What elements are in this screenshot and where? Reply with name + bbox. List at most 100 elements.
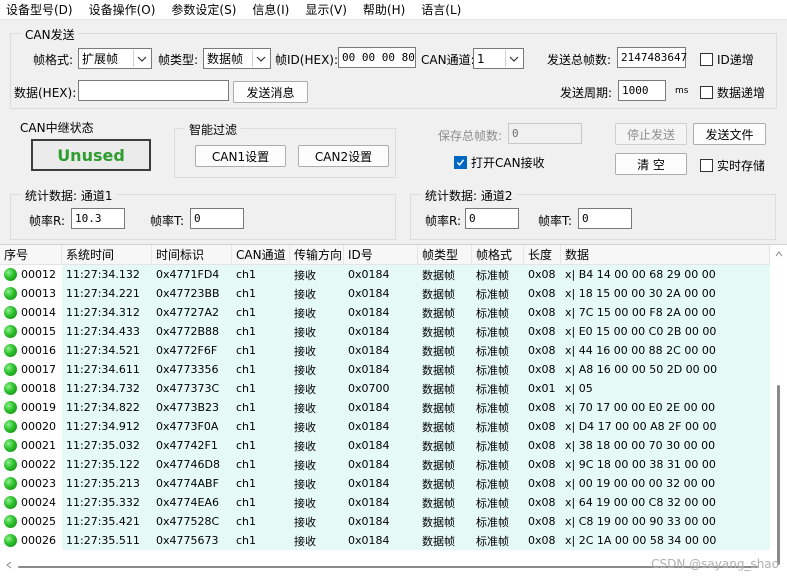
horizontal-scroll-thumb[interactable] xyxy=(18,566,758,568)
col-data-cell: x| B4 14 00 00 68 29 00 00 xyxy=(561,265,770,284)
can2-settings-button[interactable]: CAN2设置 xyxy=(298,145,389,167)
col-id-cell: 0x0184 xyxy=(344,322,418,341)
col-frame-type-cell: 数据帧 xyxy=(418,512,472,531)
table-row[interactable]: 00025 11:27:35.421 0x477528C ch1 接收 0x0184 数据帧… xyxy=(0,512,770,531)
cell-text: 0x0184 xyxy=(348,344,390,357)
col-frame-format-header[interactable]: 帧格式 xyxy=(472,245,524,265)
cell-text: 标准帧 xyxy=(476,268,509,282)
table-row[interactable]: 00016 11:27:34.521 0x4772F6F ch1 接收 0x0184 数据帧… xyxy=(0,341,770,360)
chevron-down-icon[interactable] xyxy=(133,50,150,67)
col-data-header[interactable]: 数据 xyxy=(561,245,770,265)
table-row[interactable]: 00024 11:27:35.332 0x4774EA6 ch1 接收 0x0184 数据帧… xyxy=(0,493,770,512)
col-can-channel-cell: ch1 xyxy=(232,360,290,379)
frame-type-value: 数据帧 xyxy=(207,52,244,66)
vertical-scrollbar[interactable] xyxy=(770,245,787,577)
cell-text: 00012 xyxy=(21,268,56,281)
green-led-icon xyxy=(4,534,17,547)
table-row[interactable]: 00017 11:27:34.611 0x4773356 ch1 接收 0x0184 数据帧… xyxy=(0,360,770,379)
cell-text: 11:27:34.822 xyxy=(66,401,140,414)
cell-text: 0x4774ABF xyxy=(156,477,219,490)
col-id-cell: 0x0184 xyxy=(344,436,418,455)
col-timestamp-cell: 0x47723BB xyxy=(152,284,232,303)
table-row[interactable]: 00014 11:27:34.312 0x47727A2 ch1 接收 0x0184 数据帧… xyxy=(0,303,770,322)
table-row[interactable]: 00013 11:27:34.221 0x47723BB ch1 接收 0x0184 数据帧… xyxy=(0,284,770,303)
open-can-receive-checkbox[interactable]: 打开CAN接收 xyxy=(454,154,545,171)
clear-button[interactable]: 清 空 xyxy=(615,153,687,175)
col-length-cell: 0x08 xyxy=(524,322,561,341)
data-hex-input[interactable] xyxy=(78,80,229,101)
frame-format-select[interactable]: 扩展帧 xyxy=(78,48,152,69)
can-channel-select[interactable]: 1 xyxy=(473,48,524,69)
col-frame-format-cell: 标准帧 xyxy=(472,417,524,436)
menu-item[interactable]: 设备操作(O) xyxy=(89,1,156,18)
cell-text: 数据帧 xyxy=(422,344,455,358)
col-direction-header[interactable]: 传输方向 xyxy=(290,245,344,265)
table-row[interactable]: 00026 11:27:35.511 0x4775673 ch1 接收 0x0184 数据帧… xyxy=(0,531,770,550)
cell-text: ch1 xyxy=(236,458,257,471)
cell-text: 0x4774EA6 xyxy=(156,496,219,509)
col-length-cell: 0x08 xyxy=(524,531,561,550)
send-message-button[interactable]: 发送消息 xyxy=(233,81,308,103)
vertical-scroll-thumb[interactable] xyxy=(777,385,780,565)
cell-text: x| 18 15 00 00 30 2A 00 00 xyxy=(565,287,716,300)
data-increment-checkbox[interactable]: 数据递增 xyxy=(700,84,765,101)
cell-text: 11:27:34.912 xyxy=(66,420,140,433)
frame-id-input[interactable]: 00 00 00 80 xyxy=(338,47,416,68)
table-row[interactable]: 00019 11:27:34.822 0x4773B23 ch1 接收 0x0184 数据帧… xyxy=(0,398,770,417)
frame-type-select[interactable]: 数据帧 xyxy=(203,48,271,69)
col-direction-cell: 接收 xyxy=(290,284,344,303)
col-timestamp-header[interactable]: 时间标识 xyxy=(152,245,232,265)
col-frame-type-header[interactable]: 帧类型 xyxy=(418,245,472,265)
chevron-down-icon[interactable] xyxy=(252,50,269,67)
table-row[interactable]: 00021 11:27:35.032 0x47742F1 ch1 接收 0x0184 数据帧… xyxy=(0,436,770,455)
table-row[interactable]: 00022 11:27:35.122 0x47746D8 ch1 接收 0x0184 数据帧… xyxy=(0,455,770,474)
col-can-channel-header[interactable]: CAN通道 xyxy=(232,245,290,265)
can-message-table[interactable]: 序号 系统时间 时间标识 CAN通道 传输方向 ID号 帧类型 帧格式 长度 数据 00012 11… xyxy=(0,244,787,577)
col-timestamp-cell: 0x4773B23 xyxy=(152,398,232,417)
menu-item[interactable]: 帮助(H) xyxy=(363,1,405,18)
scroll-up-icon[interactable] xyxy=(774,249,784,259)
menu-item[interactable]: 设备型号(D) xyxy=(6,1,73,18)
col-can-channel-cell: ch1 xyxy=(232,417,290,436)
total-frames-input[interactable]: 2147483647 xyxy=(617,47,687,68)
col-id-header[interactable]: ID号 xyxy=(344,245,418,265)
col-timestamp-cell: 0x4771FD4 xyxy=(152,265,232,284)
table-row[interactable]: 00018 11:27:34.732 0x477373C ch1 接收 0x0700 数据帧… xyxy=(0,379,770,398)
stop-send-button[interactable]: 停止发送 xyxy=(615,123,687,145)
cell-text: ch1 xyxy=(236,515,257,528)
green-led-icon xyxy=(4,382,17,395)
menu-item[interactable]: 显示(V) xyxy=(305,1,347,18)
table-row[interactable]: 00020 11:27:34.912 0x4773F0A ch1 接收 0x0184 数据帧… xyxy=(0,417,770,436)
menu-item[interactable]: 参数设定(S) xyxy=(171,1,236,18)
col-direction-cell: 接收 xyxy=(290,322,344,341)
col-seq-cell: 00023 xyxy=(0,474,62,493)
cell-text: 接收 xyxy=(294,287,316,301)
col-system-time-header[interactable]: 系统时间 xyxy=(62,245,152,265)
realtime-save-checkbox[interactable]: 实时存储 xyxy=(700,157,765,174)
chevron-down-icon[interactable] xyxy=(505,50,522,67)
col-length-header[interactable]: 长度 xyxy=(524,245,561,265)
cell-text: 11:27:34.221 xyxy=(66,287,140,300)
send-period-input[interactable]: 1000 xyxy=(618,80,666,101)
col-seq-cell: 00022 xyxy=(0,455,62,474)
table-row[interactable]: 00012 11:27:34.132 0x4771FD4 ch1 接收 0x0184 数据帧… xyxy=(0,265,770,284)
send-file-button[interactable]: 发送文件 xyxy=(693,123,766,145)
col-system-time-cell: 11:27:34.822 xyxy=(62,398,152,417)
col-seq-header[interactable]: 序号 xyxy=(0,245,62,265)
cell-text: 数据帧 xyxy=(422,515,455,529)
table-row[interactable]: 00015 11:27:34.433 0x4772B88 ch1 接收 0x0184 数据帧… xyxy=(0,322,770,341)
cell-text: 00015 xyxy=(21,325,56,338)
watermark-text: CSDN @sayang_shao xyxy=(651,557,779,571)
green-led-icon xyxy=(4,363,17,376)
menu-item[interactable]: 语言(L) xyxy=(421,1,461,18)
cell-text: 接收 xyxy=(294,515,316,529)
table-row[interactable]: 00023 11:27:35.213 0x4774ABF ch1 接收 0x0184 数据帧… xyxy=(0,474,770,493)
col-direction-cell: 接收 xyxy=(290,493,344,512)
can1-settings-button[interactable]: CAN1设置 xyxy=(195,145,286,167)
col-system-time-cell: 11:27:34.611 xyxy=(62,360,152,379)
col-direction-cell: 接收 xyxy=(290,512,344,531)
scroll-left-icon[interactable] xyxy=(4,560,14,570)
cell-text: 接收 xyxy=(294,401,316,415)
id-increment-checkbox[interactable]: ID递增 xyxy=(700,51,754,68)
menu-item[interactable]: 信息(I) xyxy=(252,1,289,18)
